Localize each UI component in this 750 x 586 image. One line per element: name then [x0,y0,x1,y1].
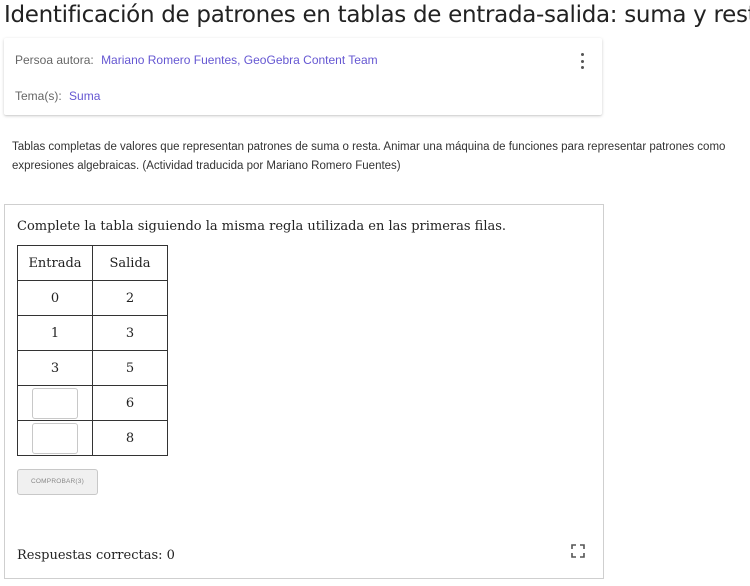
table-header-row: Entrada Salida [17,245,168,281]
score-text: Respuestas correctas: 0 [17,548,175,563]
answer-input-2[interactable] [32,422,78,454]
header-entrada: Entrada [17,245,93,281]
answer-input-1[interactable] [32,387,78,419]
topics-label: Tema(s): [15,89,62,103]
more-vert-icon[interactable] [576,53,588,69]
salida-cell: 5 [92,350,168,386]
table-row: 3 5 [17,350,168,386]
topic-link-suma[interactable]: Suma [69,89,100,103]
authors-label: Persoa autora: [15,53,94,67]
salida-cell: 3 [92,315,168,351]
entrada-cell: 0 [17,280,93,316]
entrada-cell [17,385,93,421]
table-row: 0 2 [17,280,168,316]
salida-cell: 8 [92,420,168,456]
authors-row: Persoa autora: Mariano Romero Fuentes, G… [15,53,378,67]
check-button[interactable]: COMPROBAR(3) [17,469,98,495]
instruction-text: Complete la tabla siguiendo la misma reg… [17,219,507,234]
page-title: Identificación de patrones en tablas de … [4,2,750,28]
header-salida: Salida [92,245,168,281]
entrada-cell: 3 [17,350,93,386]
salida-cell: 2 [92,280,168,316]
author-link-1[interactable]: Mariano Romero Fuentes [101,53,237,67]
fullscreen-icon[interactable] [570,543,586,559]
entrada-cell [17,420,93,456]
topics-row: Tema(s): Suma [15,89,100,103]
geogebra-applet: Complete la tabla siguiendo la misma reg… [4,204,604,579]
description: Tablas completas de valores que represen… [12,141,726,172]
entrada-cell: 1 [17,315,93,351]
author-link-2[interactable]: GeoGebra Content Team [244,53,378,67]
salida-cell: 6 [92,385,168,421]
table-row: 8 [17,420,168,456]
input-output-table: Entrada Salida 0 2 1 3 3 5 6 8 [17,245,168,456]
meta-card: Persoa autora: Mariano Romero Fuentes, G… [4,38,602,115]
table-row: 1 3 [17,315,168,351]
table-row: 6 [17,385,168,421]
